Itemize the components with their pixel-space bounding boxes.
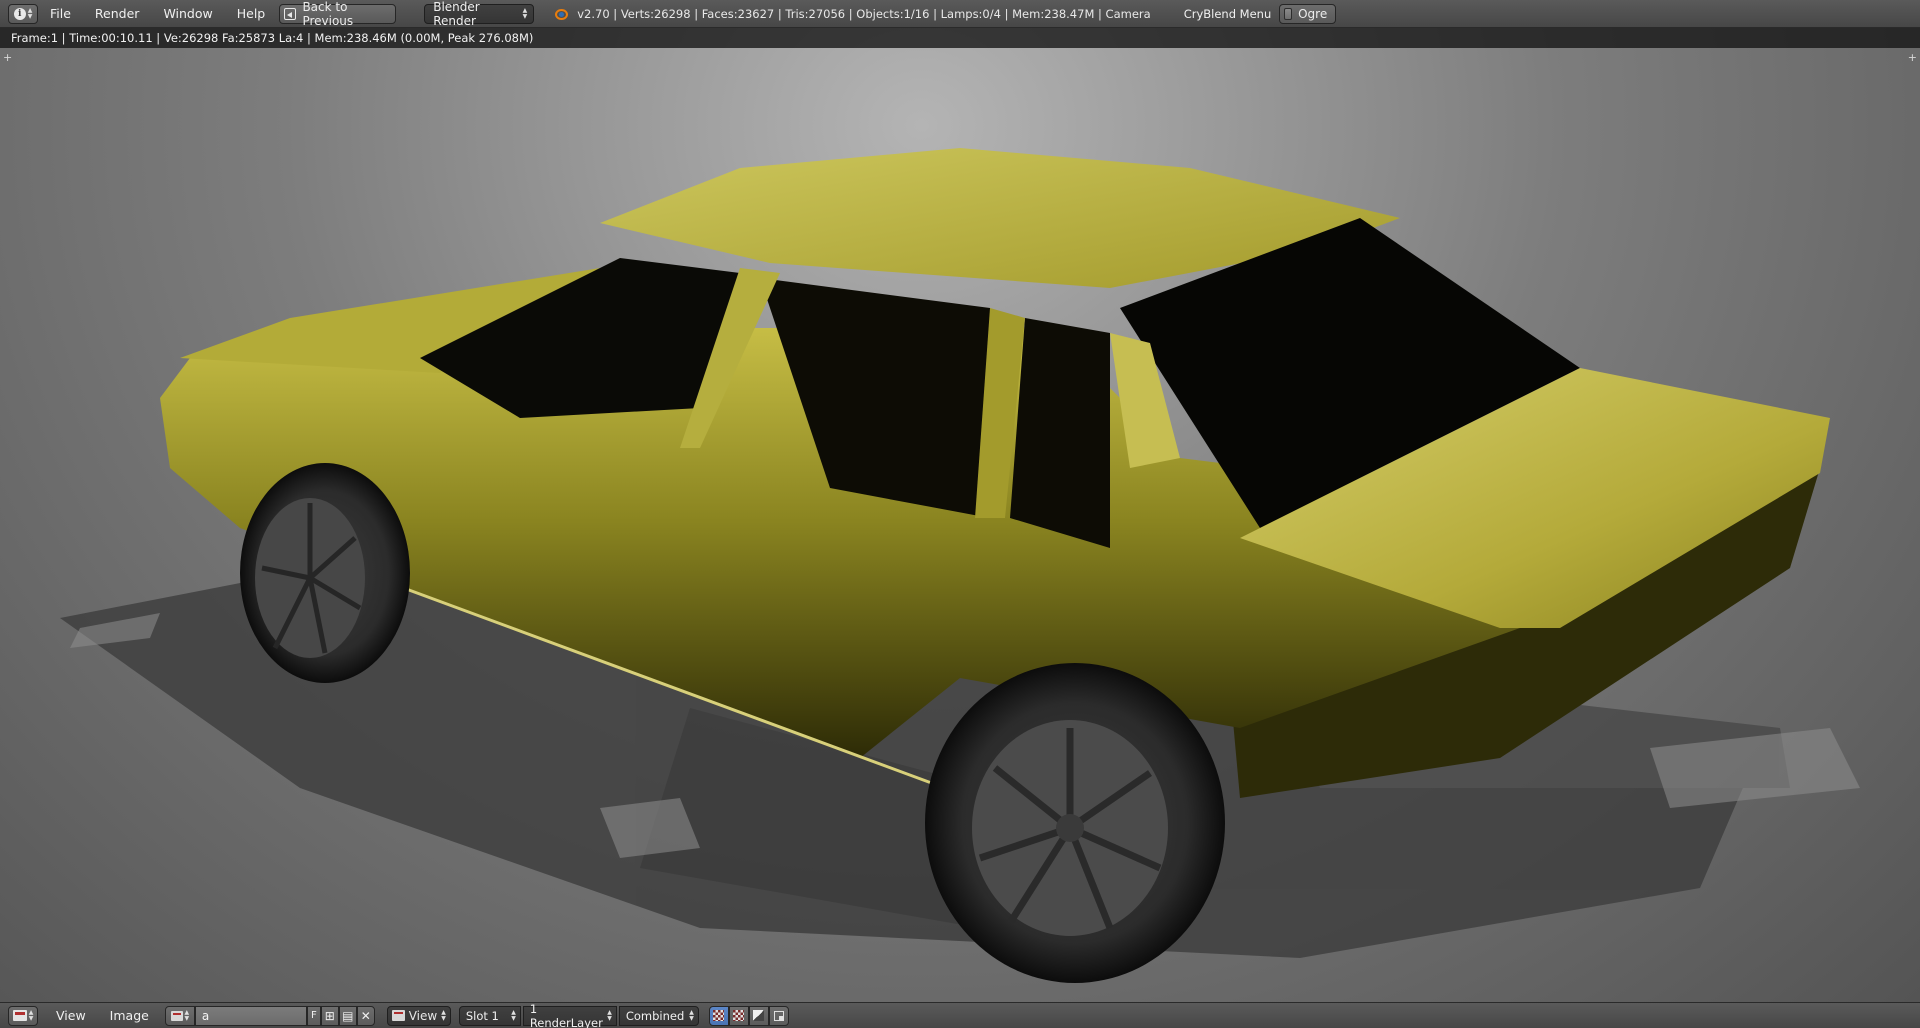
updown-arrows-icon: ▲ ▼: [184, 1008, 190, 1022]
info-icon: i: [13, 7, 26, 20]
menu-image[interactable]: Image: [98, 1008, 161, 1023]
fake-user-button[interactable]: F: [306, 1005, 321, 1026]
menu-render[interactable]: Render: [83, 0, 152, 28]
view-mode-value: View: [408, 1008, 438, 1023]
info-header: i ▲ ▼ File Render Window Help Back to Pre…: [0, 0, 1920, 28]
folder-icon: ▤: [342, 1008, 354, 1023]
image-browse-icon: [170, 1010, 183, 1021]
menu-window[interactable]: Window: [151, 0, 224, 28]
view-mode-select[interactable]: View ▲ ▼: [386, 1005, 451, 1026]
blender-logo-icon: [554, 6, 570, 22]
open-image-button[interactable]: ▤: [338, 1005, 357, 1026]
ogre-toggle[interactable]: Ogre: [1279, 3, 1337, 24]
area-split-corner-icon[interactable]: +: [1908, 51, 1917, 64]
draw-rgb-button[interactable]: [708, 1005, 729, 1026]
updown-arrows-icon: ▲ ▼: [511, 1008, 516, 1022]
front-wheel: [240, 463, 410, 683]
checker-icon: [713, 1010, 725, 1021]
back-to-previous-button[interactable]: Back to Previous: [279, 0, 397, 28]
unlink-image-button[interactable]: ✕: [356, 1005, 375, 1026]
editor-type-selector[interactable]: i ▲ ▼: [8, 3, 38, 24]
draw-rgba-button[interactable]: [728, 1005, 749, 1026]
updown-arrows-icon: ▲ ▼: [441, 1008, 446, 1022]
render-engine-value: Blender Render: [433, 0, 480, 28]
updown-arrows-icon: ▲ ▼: [28, 1008, 34, 1022]
view-mode-icon: [391, 1010, 405, 1021]
updown-arrows-icon: ▲ ▼: [522, 6, 528, 20]
back-to-previous-icon: [284, 7, 297, 20]
slot-select[interactable]: Slot 1 ▲ ▼: [458, 1005, 521, 1026]
render-layer-value: 1 RenderLayer: [529, 1001, 603, 1028]
plus-icon: ⊞: [324, 1008, 335, 1023]
slot-value: Slot 1: [465, 1008, 499, 1023]
editor-type-selector[interactable]: ▲ ▼: [8, 1005, 38, 1026]
updown-arrows-icon: ▲ ▼: [689, 1008, 694, 1022]
cryblend-menu[interactable]: CryBlend Menu: [1184, 7, 1272, 21]
draw-alpha-button[interactable]: [748, 1005, 769, 1026]
fake-user-label: F: [310, 1010, 317, 1021]
render-pass-select[interactable]: Combined ▲ ▼: [618, 1005, 699, 1026]
image-name-field[interactable]: a: [194, 1005, 307, 1026]
image-name-value: a: [201, 1008, 210, 1023]
render-engine-select[interactable]: Blender Render ▲ ▼: [424, 0, 535, 28]
draw-channels-group: [708, 1005, 789, 1026]
render-pass-value: Combined: [625, 1008, 685, 1023]
image-datablock: ▲ ▼ a F ⊞ ▤ ✕: [164, 1005, 375, 1026]
image-editor-viewport[interactable]: Frame:1 | Time:00:10.11 | Ve:26298 Fa:25…: [0, 28, 1920, 1002]
image-editor-icon: [12, 1010, 27, 1021]
z-buffer-icon: [773, 1010, 784, 1021]
updown-arrows-icon: ▲ ▼: [607, 1008, 612, 1022]
new-image-button[interactable]: ⊞: [320, 1005, 339, 1026]
menu-file[interactable]: File: [38, 0, 83, 28]
checker-icon: [733, 1010, 745, 1021]
x-icon: ✕: [360, 1008, 371, 1023]
alpha-icon: [753, 1010, 765, 1021]
back-to-previous-label: Back to Previous: [302, 0, 354, 28]
image-browse-button[interactable]: ▲ ▼: [164, 1005, 195, 1026]
render-result-image: [60, 148, 1860, 983]
draw-z-button[interactable]: [768, 1005, 789, 1026]
render-layer-select[interactable]: 1 RenderLayer ▲ ▼: [522, 1002, 617, 1028]
ogre-label: Ogre: [1298, 6, 1328, 21]
image-editor-header: ▲ ▼ View Image ▲ ▼ a F ⊞ ▤ ✕ View ▲ ▼ Slot …: [0, 1002, 1920, 1028]
updown-arrows-icon: ▲ ▼: [27, 6, 33, 20]
scene-statistics: v2.70 | Verts:26298 | Faces:23627 | Tris…: [577, 6, 1151, 21]
rear-wheel: [925, 663, 1225, 983]
ogre-checkbox[interactable]: [1284, 7, 1293, 20]
menu-help[interactable]: Help: [225, 0, 278, 28]
render-info-text: Frame:1 | Time:00:10.11 | Ve:26298 Fa:25…: [11, 31, 534, 45]
render-info-bar: Frame:1 | Time:00:10.11 | Ve:26298 Fa:25…: [0, 28, 1920, 48]
menu-view[interactable]: View: [44, 1008, 98, 1023]
area-split-corner-icon[interactable]: +: [3, 51, 12, 64]
